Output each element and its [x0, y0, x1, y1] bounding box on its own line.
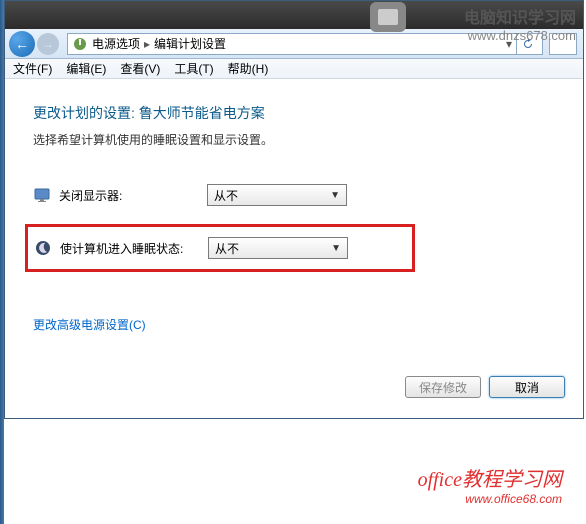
setting-display-off: 关闭显示器: 从不 ▼: [33, 184, 555, 206]
power-options-icon: [72, 36, 88, 52]
watermark-top-text2: www.dnzs678.com: [464, 28, 576, 43]
display-off-label: 关闭显示器:: [59, 187, 207, 204]
menu-tools[interactable]: 工具(T): [174, 60, 213, 77]
advanced-settings-link[interactable]: 更改高级电源设置(C): [33, 316, 146, 333]
watermark-bottom-text2: www.office68.com: [418, 492, 562, 506]
back-arrow-icon: ←: [15, 36, 29, 52]
display-off-dropdown[interactable]: 从不 ▼: [207, 184, 347, 206]
menu-edit[interactable]: 编辑(E): [66, 60, 106, 77]
menu-view[interactable]: 查看(V): [120, 60, 160, 77]
cancel-button[interactable]: 取消: [489, 376, 565, 398]
sleep-label: 使计算机进入睡眠状态:: [60, 240, 208, 257]
watermark-top-text1: 电脑知识学习网: [464, 4, 576, 28]
chevron-down-icon: ▼: [331, 243, 341, 254]
setting-sleep: 使计算机进入睡眠状态: 从不 ▼: [25, 224, 415, 272]
page-title: 更改计划的设置: 鲁大师节能省电方案: [33, 103, 555, 123]
page-description: 选择希望计算机使用的睡眠设置和显示设置。: [33, 131, 555, 148]
breadcrumb-item-1[interactable]: 电源选项: [92, 35, 140, 52]
breadcrumb-item-2[interactable]: 编辑计划设置: [154, 35, 226, 52]
watermark-top-icon: [370, 2, 406, 32]
menu-file[interactable]: 文件(F): [13, 60, 52, 77]
sleep-dropdown[interactable]: 从不 ▼: [208, 237, 348, 259]
menu-help[interactable]: 帮助(H): [228, 60, 269, 77]
chevron-down-icon: ▼: [330, 190, 340, 201]
watermark-bottom: office教程学习网 www.office68.com: [418, 463, 562, 506]
control-panel-window: ← → 电源选项 ▸ 编辑计划设置 ▾ 文件(F) 编辑(E) 查看(V) 工具…: [4, 0, 584, 419]
menu-bar: 文件(F) 编辑(E) 查看(V) 工具(T) 帮助(H): [5, 59, 583, 79]
monitor-icon: [33, 186, 51, 204]
display-off-value: 从不: [214, 187, 238, 204]
forward-button: →: [37, 33, 59, 55]
breadcrumb-separator-icon: ▸: [144, 37, 150, 51]
save-button[interactable]: 保存修改: [405, 376, 481, 398]
sleep-moon-icon: [34, 239, 52, 257]
watermark-bottom-text1: office教程学习网: [418, 463, 562, 492]
watermark-top: 电脑知识学习网 www.dnzs678.com: [464, 4, 576, 43]
sleep-value: 从不: [215, 240, 239, 257]
back-button[interactable]: ←: [9, 31, 35, 57]
button-row: 保存修改 取消: [5, 364, 583, 418]
content-area: 更改计划的设置: 鲁大师节能省电方案 选择希望计算机使用的睡眠设置和显示设置。 …: [5, 79, 583, 364]
forward-arrow-icon: →: [42, 37, 54, 51]
